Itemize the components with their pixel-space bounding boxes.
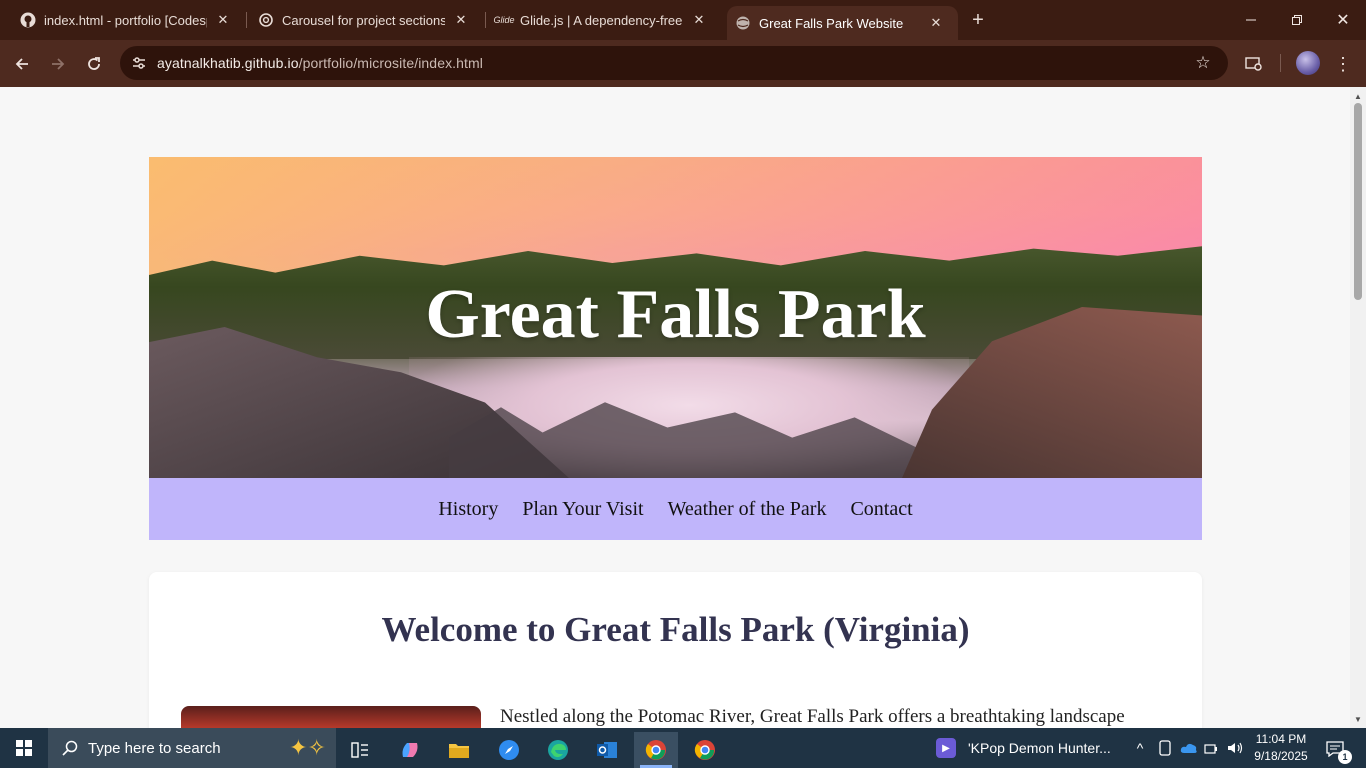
show-hidden-icons-chevron-icon[interactable]: ^	[1130, 728, 1150, 768]
address-bar[interactable]: ayatnalkhatib.github.io/portfolio/micros…	[120, 46, 1228, 80]
site-settings-icon[interactable]	[128, 52, 150, 74]
hero-banner: Great Falls Park	[149, 157, 1202, 478]
browser-tab-strip: index.html - portfolio [Codespa ✕ Carous…	[0, 0, 1366, 40]
tab-title: index.html - portfolio [Codespa	[44, 12, 207, 28]
bookmark-star-icon[interactable]: ☆	[1192, 52, 1214, 74]
close-tab-icon[interactable]: ✕	[928, 15, 944, 31]
nav-link-weather[interactable]: Weather of the Park	[668, 498, 827, 521]
safari-icon[interactable]	[487, 732, 531, 768]
nav-link-history[interactable]: History	[438, 498, 498, 521]
chrome-icon[interactable]	[683, 732, 727, 768]
clock-time: 11:04 PM	[1255, 732, 1307, 746]
hero-title: Great Falls Park	[425, 276, 926, 353]
onedrive-cloud-icon[interactable]	[1178, 728, 1200, 768]
task-view-icon[interactable]	[338, 732, 382, 768]
tab-glidejs[interactable]: Glide Glide.js | A dependency-free Jav ✕	[476, 0, 721, 40]
close-tab-icon[interactable]: ✕	[453, 12, 469, 28]
tab-carousel[interactable]: Carousel for project sections ✕	[238, 0, 483, 40]
video-play-icon: ▶	[936, 738, 956, 758]
tab-codespaces[interactable]: index.html - portfolio [Codespa ✕	[0, 0, 245, 40]
notification-badge: 1	[1338, 750, 1352, 764]
scroll-up-arrow-icon[interactable]: ▲	[1350, 89, 1366, 103]
media-widget[interactable]: ▶ 'KPop Demon Hunter...	[936, 728, 1111, 768]
tab-title: Carousel for project sections	[282, 12, 445, 28]
intro-paragraph: Nestled along the Potomac River, Great F…	[500, 706, 1125, 727]
media-controls-icon[interactable]	[1240, 50, 1268, 78]
outlook-icon[interactable]	[585, 732, 629, 768]
back-button[interactable]	[8, 50, 36, 78]
notification-center-icon[interactable]: 1	[1322, 736, 1352, 764]
github-icon	[20, 12, 36, 28]
url-host: ayatnalkhatib.github.io	[157, 55, 299, 71]
scrollbar-thumb[interactable]	[1354, 103, 1362, 300]
tab-great-falls[interactable]: Great Falls Park Website ✕	[727, 6, 958, 40]
taskbar-clock[interactable]: 11:04 PM 9/18/2025	[1246, 731, 1316, 765]
park-photo	[181, 706, 481, 728]
page-scrollbar[interactable]: ▲ ▼	[1350, 87, 1366, 728]
clock-date: 9/18/2025	[1254, 749, 1308, 763]
page-viewport: Great Falls Park History Plan Your Visit…	[0, 87, 1350, 728]
volume-icon[interactable]	[1225, 728, 1247, 768]
toolbar-divider	[1280, 54, 1281, 72]
nav-link-contact[interactable]: Contact	[850, 498, 912, 521]
nav-link-plan-your-visit[interactable]: Plan Your Visit	[522, 498, 643, 521]
close-tab-icon[interactable]: ✕	[691, 12, 707, 28]
sparkle-icon: ✦✧	[289, 735, 326, 760]
close-window-button[interactable]: ✕	[1320, 0, 1366, 40]
file-explorer-icon[interactable]	[437, 732, 481, 768]
close-tab-icon[interactable]: ✕	[215, 12, 231, 28]
forward-button[interactable]	[44, 50, 72, 78]
media-title: 'KPop Demon Hunter...	[968, 740, 1111, 756]
battery-network-icon[interactable]	[1202, 728, 1222, 768]
profile-avatar[interactable]	[1296, 51, 1320, 75]
taskbar-search-box[interactable]: Type here to search ✦✧	[48, 728, 336, 768]
site-navigation: History Plan Your Visit Weather of the P…	[149, 478, 1202, 540]
search-icon	[60, 738, 80, 758]
copilot-icon[interactable]	[388, 732, 432, 768]
reload-button[interactable]	[80, 50, 108, 78]
glide-icon: Glide	[493, 15, 515, 25]
url-path: /portfolio/microsite/index.html	[298, 55, 484, 71]
edge-icon[interactable]	[536, 732, 580, 768]
minimize-button[interactable]	[1228, 0, 1274, 40]
url-text: ayatnalkhatib.github.io/portfolio/micros…	[157, 55, 483, 71]
browser-toolbar: ayatnalkhatib.github.io/portfolio/micros…	[0, 40, 1366, 87]
device-icon[interactable]	[1155, 728, 1175, 768]
search-placeholder: Type here to search	[88, 739, 221, 757]
windows-taskbar: Type here to search ✦✧ ▶ 'KPop Demon Hun…	[0, 728, 1366, 768]
start-button[interactable]	[0, 728, 48, 768]
new-tab-button[interactable]: +	[966, 8, 990, 32]
browser-menu-icon[interactable]: ⋮	[1329, 50, 1357, 78]
tab-title: Great Falls Park Website	[759, 15, 904, 31]
tab-title: Glide.js | A dependency-free Jav	[520, 12, 683, 28]
chrome-icon-active[interactable]	[634, 732, 678, 768]
globe-icon	[735, 15, 751, 31]
welcome-card: Welcome to Great Falls Park (Virginia) N…	[149, 572, 1202, 728]
openai-icon	[258, 12, 274, 28]
scroll-down-arrow-icon[interactable]: ▼	[1350, 712, 1366, 726]
welcome-heading: Welcome to Great Falls Park (Virginia)	[381, 610, 970, 649]
restore-button[interactable]	[1274, 0, 1320, 40]
windows-logo-icon	[16, 740, 32, 756]
